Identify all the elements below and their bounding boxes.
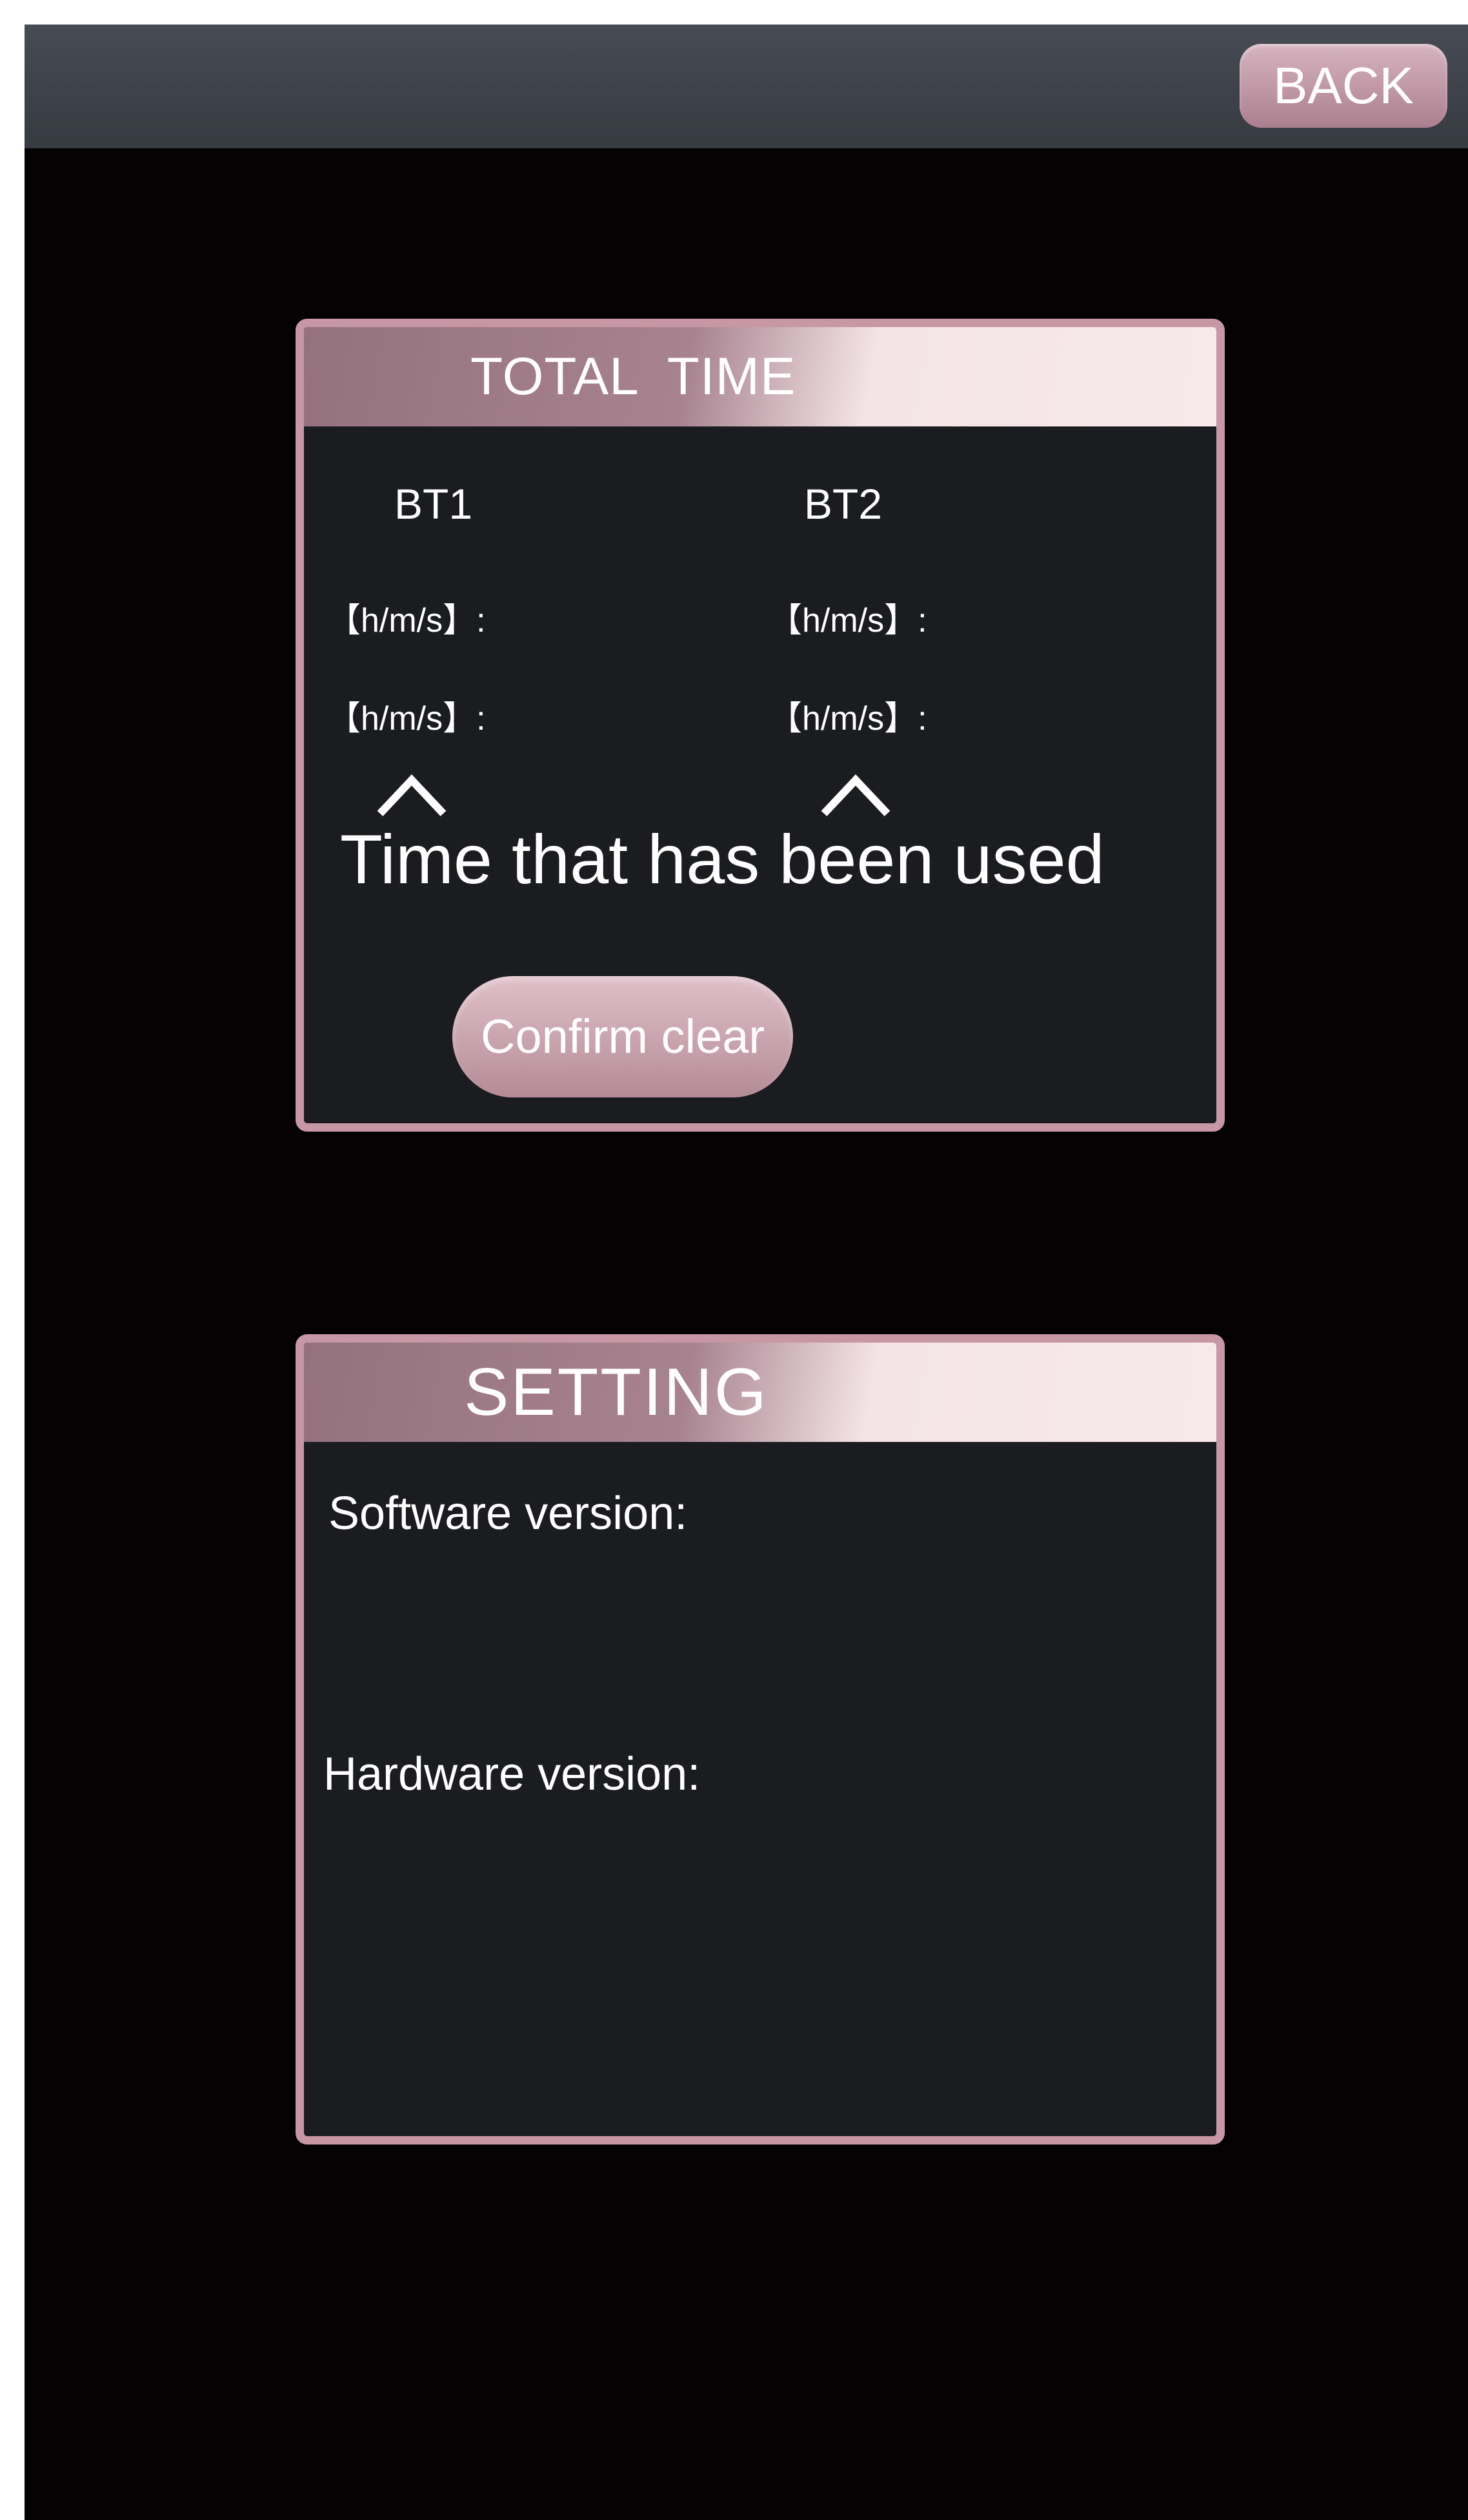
top-bar: BACK [25,25,1468,148]
time-used-note: Time that has been used [340,820,1105,898]
setting-title: SETTING [464,1355,769,1430]
caret-up-icon [377,774,447,817]
setting-header: SETTING [304,1343,1216,1442]
confirm-clear-button[interactable]: Confirm clear [452,976,793,1097]
bt2-label: BT2 [804,480,883,528]
bt1-time-field-1: 【h/m/s】: [327,602,486,639]
total-time-title: TOTAL TIME [470,347,796,406]
caret-up-icon [821,774,890,817]
hardware-version-label: Hardware version: [323,1748,701,1800]
device-screen: BACK TOTAL TIME BT1 BT2 【h/m/s】: 【h/m/s】… [25,25,1468,2520]
total-time-panel: TOTAL TIME BT1 BT2 【h/m/s】: 【h/m/s】: 【h/… [296,319,1225,1132]
bt1-time-field-2: 【h/m/s】: [327,700,486,737]
total-time-header: TOTAL TIME [304,327,1216,426]
setting-panel: SETTING Software version: Hardware versi… [296,1334,1225,2145]
software-version-label: Software version: [328,1488,688,1539]
bt2-time-field-2: 【h/m/s】: [769,700,927,737]
bt2-time-field-1: 【h/m/s】: [769,602,927,639]
back-button[interactable]: BACK [1240,44,1447,128]
bt1-label: BT1 [394,480,473,528]
